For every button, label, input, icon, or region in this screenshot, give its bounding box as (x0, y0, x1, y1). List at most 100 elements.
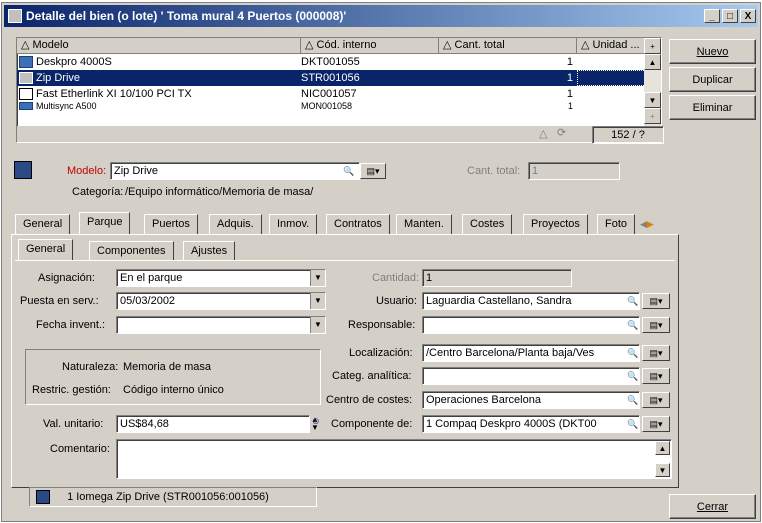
modelo-label: Modelo: (67, 165, 107, 177)
title-bar[interactable]: Detalle del bien (o lote) ' Toma mural 4… (4, 5, 758, 27)
scroll-up-button[interactable]: ▲ (644, 54, 661, 70)
list-row[interactable]: Deskpro 4000S DKT001055 1 (17, 54, 646, 70)
tab-general[interactable]: General (15, 214, 71, 234)
detail-window: Detalle del bien (o lote) ' Toma mural 4… (1, 2, 761, 522)
tab-adquis[interactable]: Adquis. (209, 214, 262, 234)
subtab-ajustes[interactable]: Ajustes (183, 241, 236, 261)
search-icon[interactable]: 🔍 (626, 293, 640, 309)
memo-scroll-down[interactable]: ▼ (655, 463, 670, 477)
tab-costes[interactable]: Costes (462, 214, 513, 234)
details-dropdown-button[interactable]: ▤▾ (642, 317, 670, 333)
puesta-servicio-label: Puesta en serv.: (20, 295, 99, 307)
sort-icon: △ (539, 128, 548, 140)
list-footer: △ ⟳ 152 / ? (17, 126, 664, 144)
record-counter: 152 / ? (592, 126, 664, 144)
modelo-field[interactable]: Zip Drive (110, 162, 360, 180)
categoria-value: /Equipo informático/Memoria de masa/ (125, 186, 314, 198)
subtab-componentes[interactable]: Componentes (89, 241, 174, 261)
tab-puertos[interactable]: Puertos (144, 214, 198, 234)
responsable-field[interactable] (422, 316, 640, 334)
assets-list[interactable]: △ Modelo △ Cód. interno △ Cant. total △ … (16, 37, 664, 144)
centro-costes-field[interactable]: Operaciones Barcelona (422, 391, 640, 409)
search-icon[interactable]: 🔍 (342, 163, 356, 179)
naturaleza-value: Memoria de masa (123, 361, 212, 373)
search-icon[interactable]: 🔍 (626, 345, 640, 361)
drive-icon (19, 72, 33, 84)
delete-button[interactable]: Eliminar (669, 95, 756, 120)
column-header-unidad[interactable]: △ Unidad ... (577, 38, 646, 54)
tab-proyectos[interactable]: Proyectos (523, 214, 588, 234)
categ-analitica-field[interactable] (422, 367, 640, 385)
details-dropdown-button[interactable]: ▤▾ (642, 416, 670, 432)
list-scrollbar[interactable]: + ▲ ▼ + (644, 38, 661, 126)
categoria-label: Categoría: (72, 186, 124, 198)
details-dropdown-button[interactable]: ▤▾ (642, 368, 670, 384)
comentario-label: Comentario: (50, 443, 110, 455)
tab-inmov[interactable]: Inmov. (269, 214, 318, 234)
asignacion-label: Asignación: (38, 272, 95, 284)
add-row-button[interactable]: + (644, 38, 661, 54)
details-dropdown-button[interactable]: ▤▾ (642, 392, 670, 408)
memo-scroll-up[interactable]: ▲ (655, 441, 670, 455)
cantidad-label: Cantidad: (372, 272, 420, 284)
monitor-icon (19, 102, 33, 110)
tab-manten[interactable]: Manten. (396, 214, 452, 234)
comentario-textarea[interactable]: ▲ ▼ (116, 439, 672, 479)
fecha-inventario-field[interactable]: ▼ (116, 316, 326, 334)
asignacion-select[interactable]: En el parque ▼ (116, 269, 326, 287)
column-header-modelo[interactable]: △ Modelo (17, 38, 301, 54)
asset-icon (36, 490, 50, 505)
refresh-icon[interactable]: ⟳ (557, 126, 566, 139)
duplicate-button[interactable]: Duplicar (669, 67, 756, 92)
minimize-button[interactable]: _ (704, 9, 720, 23)
val-unitario-field[interactable]: US$84,68 (116, 415, 310, 433)
tab-contratos[interactable]: Contratos (326, 214, 390, 234)
restriccion-label: Restric. gestión: (32, 384, 111, 396)
componente-label: Componente de: (331, 418, 413, 430)
usuario-label: Usuario: (376, 295, 417, 307)
details-dropdown-button[interactable]: ▤▾ (642, 293, 670, 309)
status-text: 1 Iomega Zip Drive (STR001056:001056) (67, 491, 269, 503)
list-header: △ Modelo △ Cód. interno △ Cant. total △ … (17, 38, 646, 54)
close-button[interactable]: Cerrar (669, 494, 756, 519)
chevron-down-icon[interactable]: ▼ (310, 293, 325, 309)
tab-parque[interactable]: Parque (79, 212, 131, 234)
search-icon[interactable]: 🔍 (626, 392, 640, 408)
new-button[interactable]: Nuevo (669, 39, 756, 64)
cant-total-label: Cant. total: (467, 165, 521, 177)
puesta-servicio-field[interactable]: 05/03/2002 ▼ (116, 292, 326, 310)
window-app-icon (8, 9, 22, 23)
localizacion-field[interactable]: /Centro Barcelona/Planta baja/Ves (422, 344, 640, 362)
search-icon[interactable]: 🔍 (626, 368, 640, 384)
responsable-label: Responsable: (348, 319, 416, 331)
list-row-selected[interactable]: Zip Drive STR001056 1 (17, 70, 646, 86)
maximize-button[interactable]: □ (722, 9, 738, 23)
currency-icon[interactable]: ⊜ (312, 416, 322, 428)
cant-total-field: 1 (528, 162, 620, 180)
list-row[interactable]: Multisync A500 MON001058 1 (17, 102, 646, 111)
chevron-down-icon[interactable]: ▼ (310, 317, 325, 333)
details-dropdown-button[interactable]: ▤▾ (360, 163, 386, 179)
close-window-button[interactable]: X (740, 9, 756, 23)
tab-scroll-arrows[interactable]: ◀▶ (640, 216, 666, 232)
details-dropdown-button[interactable]: ▤▾ (642, 345, 670, 361)
subtab-divider (15, 260, 675, 261)
fecha-inventario-label: Fecha invent.: (36, 319, 106, 331)
computer-icon (19, 56, 33, 68)
list-row[interactable]: Fast Etherlink XI 10/100 PCI TX NIC00105… (17, 86, 646, 102)
search-icon[interactable]: 🔍 (626, 317, 640, 333)
network-card-icon (19, 88, 33, 100)
cantidad-field: 1 (422, 269, 572, 287)
scroll-down-button[interactable]: ▼ (644, 92, 661, 108)
status-bar[interactable]: 1 Iomega Zip Drive (STR001056:001056) (29, 487, 317, 507)
usuario-field[interactable]: Laguardia Castellano, Sandra (422, 292, 640, 310)
chevron-down-icon[interactable]: ▼ (310, 270, 325, 286)
componente-field[interactable]: 1 Compaq Deskpro 4000S (DKT00 (422, 415, 640, 433)
tab-foto[interactable]: Foto (597, 214, 636, 234)
search-icon[interactable]: 🔍 (626, 416, 640, 432)
localizacion-label: Localización: (349, 347, 413, 359)
subtab-general[interactable]: General (18, 239, 74, 260)
column-header-codigo[interactable]: △ Cód. interno (301, 38, 439, 54)
column-header-cantidad[interactable]: △ Cant. total (439, 38, 577, 54)
expand-button[interactable]: + (644, 108, 661, 124)
